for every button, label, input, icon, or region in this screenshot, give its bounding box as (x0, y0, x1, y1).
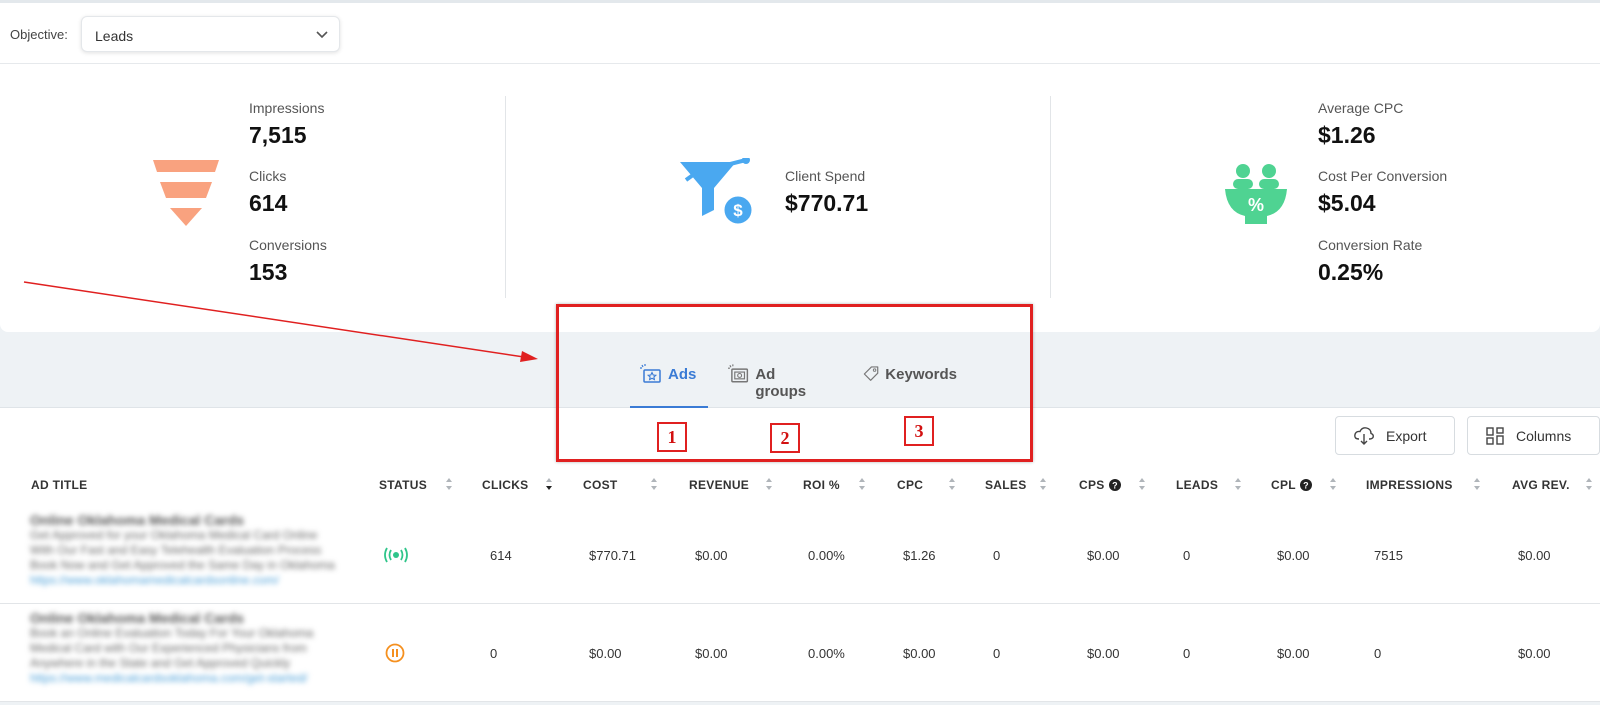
annotation-label-3: 3 (904, 416, 934, 446)
annotation-label-2: 2 (770, 423, 800, 453)
annotation-label-1: 1 (657, 422, 687, 452)
